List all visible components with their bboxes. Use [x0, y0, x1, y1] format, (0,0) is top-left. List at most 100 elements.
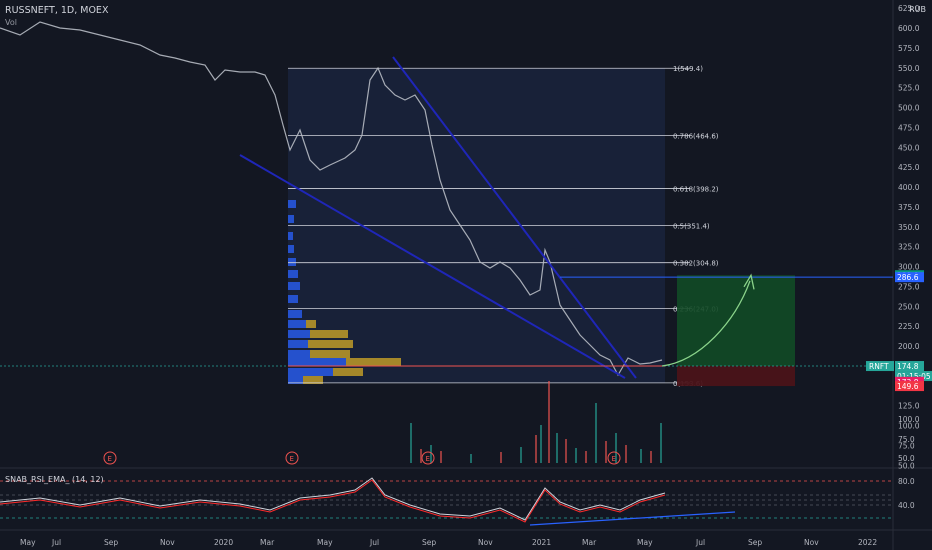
volume-bar	[605, 441, 607, 463]
price-axis-tag-text: 286.6	[897, 273, 919, 282]
time-axis-label: Mar	[260, 538, 275, 547]
volume-profile-bar-blue	[288, 258, 296, 266]
volume-bar	[548, 381, 550, 463]
rsi-tick-label: 40.0	[898, 501, 915, 510]
target-zone	[677, 275, 795, 367]
earnings-event-label: E	[290, 455, 294, 463]
volume-profile-bar-blue	[288, 310, 302, 318]
volume-bar	[565, 439, 567, 463]
currency-label: RUB	[909, 5, 926, 14]
volume-profile-bar-blue	[288, 200, 296, 208]
price-tick-label: 225.0	[898, 322, 920, 331]
volume-profile-bar-gold	[333, 368, 363, 376]
volume-profile-bar-blue	[288, 358, 346, 366]
volume-bar	[556, 433, 558, 463]
chart-window[interactable]: 625.0 600.0 575.0 550.0 525.0 500.0 475.0 450.0…	[0, 0, 932, 550]
volume-bar	[440, 451, 442, 463]
time-axis-label: 2020	[214, 538, 233, 547]
time-axis-label: Nov	[478, 538, 493, 547]
price-tick-label: 200.0	[898, 342, 920, 351]
volume-bar	[470, 454, 472, 463]
time-axis-label: Nov	[160, 538, 175, 547]
earnings-event-label: E	[426, 455, 430, 463]
time-axis-label: Jul	[695, 538, 705, 547]
volume-bar	[575, 448, 577, 463]
price-chart[interactable]: 625.0600.0575.0550.0525.0500.0475.0450.0…	[0, 0, 932, 550]
volume-label: Vol	[5, 18, 17, 27]
volume-tick-label: 75.0	[898, 435, 915, 444]
time-axis-label: Mar	[582, 538, 597, 547]
volume-bar	[650, 451, 652, 463]
volume-profile-bar-blue	[288, 245, 294, 253]
volume-bar	[410, 423, 412, 463]
price-tick-label: 525.0	[898, 84, 920, 93]
rsi-line	[0, 477, 666, 521]
price-tick-label: 425.0	[898, 163, 920, 172]
fibonacci-level-label: 0.618(398.2)	[673, 185, 719, 193]
volume-bar	[585, 451, 587, 463]
price-tick-label: 125.0	[898, 402, 920, 411]
price-tick-label: 350.0	[898, 223, 920, 232]
time-axis-label: Sep	[748, 538, 762, 547]
stop-zone	[677, 366, 795, 387]
volume-profile-bar-gold	[308, 340, 353, 348]
fibonacci-level-label: 1(549.4)	[673, 65, 703, 73]
price-axis-tag-text: 149.6	[897, 382, 919, 391]
price-tick-label: 475.0	[898, 123, 920, 132]
price-axis-tag-text: 174.8	[897, 362, 919, 371]
price-tick-label: 575.0	[898, 44, 920, 53]
volume-tick-label: 50.0	[898, 454, 915, 463]
price-tick-label: 250.0	[898, 302, 920, 311]
volume-profile-bar-blue	[288, 282, 300, 290]
price-tick-label: 375.0	[898, 203, 920, 212]
symbol-title[interactable]: RUSSNEFT, 1D, MOEX	[5, 5, 108, 16]
volume-bar	[420, 449, 422, 463]
time-axis-label: May	[317, 538, 333, 547]
rsi-tick-label: 80.0	[898, 477, 915, 486]
volume-bar	[640, 449, 642, 463]
price-tick-label: 450.0	[898, 143, 920, 152]
volume-profile-bar-blue	[288, 330, 310, 338]
volume-profile-bar-blue	[288, 340, 308, 348]
volume-profile-bar-blue	[288, 320, 306, 328]
time-axis-label: May	[20, 538, 36, 547]
volume-bar	[535, 435, 537, 463]
volume-profile-bar-blue	[288, 295, 298, 303]
price-tick-label: 550.0	[898, 64, 920, 73]
rsi-ema-line	[0, 479, 666, 523]
volume-bar	[540, 425, 542, 463]
time-axis-label: Sep	[422, 538, 436, 547]
price-tick-label: 275.0	[898, 282, 920, 291]
volume-bar	[520, 447, 522, 463]
price-tick-label: 325.0	[898, 243, 920, 252]
fibonacci-level-label: 0.382(304.8)	[673, 260, 719, 268]
rsi-indicator-label[interactable]: SNAB_RSI_EMA_ (14, 12)	[5, 475, 104, 484]
time-axis-label: Jul	[51, 538, 61, 547]
time-axis-label: May	[637, 538, 653, 547]
price-tick-label: 400.0	[898, 183, 920, 192]
volume-bar	[500, 452, 502, 463]
volume-bar	[625, 445, 627, 463]
time-axis-label: Jul	[369, 538, 379, 547]
volume-bar	[660, 423, 662, 463]
volume-tick-label: 100.0	[898, 415, 920, 424]
volume-profile-bar-gold	[310, 350, 350, 358]
earnings-event-label: E	[612, 455, 616, 463]
volume-profile-bar-blue	[288, 270, 298, 278]
time-axis-label: Sep	[104, 538, 118, 547]
time-axis-label: 2021	[532, 538, 551, 547]
price-tick-label: 300.0	[898, 263, 920, 272]
volume-profile-bar-gold	[346, 358, 401, 366]
volume-profile-bar-gold	[306, 320, 316, 328]
time-axis-label: 2022	[858, 538, 877, 547]
volume-bar	[430, 445, 432, 463]
earnings-event-label: E	[108, 455, 112, 463]
volume-profile-bar-blue	[288, 368, 333, 376]
price-tick-label: 500.0	[898, 104, 920, 113]
fibonacci-level-label: 0.5(351.4)	[673, 223, 710, 231]
price-tick-label: 600.0	[898, 24, 920, 33]
volume-profile-bar-blue	[288, 215, 294, 223]
volume-profile-bar-gold	[310, 330, 348, 338]
rsi-divergence-trendline	[529, 511, 736, 526]
time-axis-label: Nov	[804, 538, 819, 547]
